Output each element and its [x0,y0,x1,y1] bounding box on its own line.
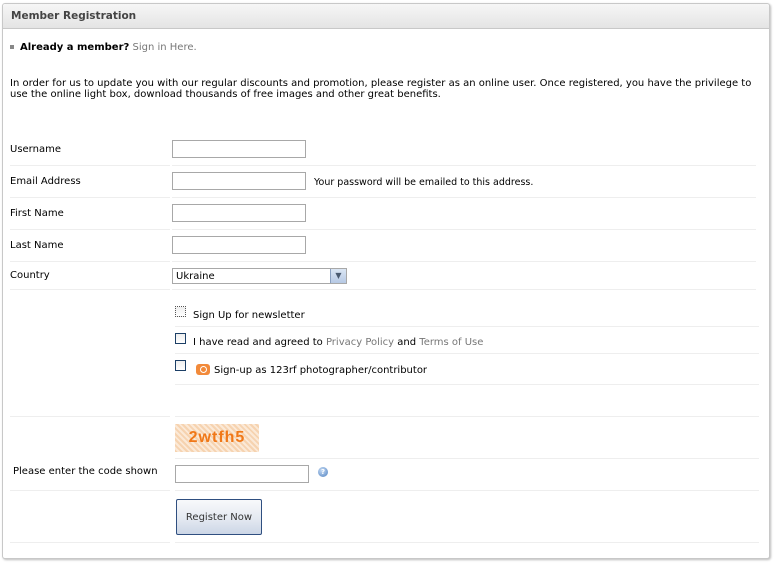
panel-header: Member Registration [3,4,769,29]
country-label: Country [10,270,50,281]
email-hint: Your password will be emailed to this ad… [314,177,534,188]
intro-text: In order for us to update you with our r… [10,78,752,100]
terms-of-use-link[interactable]: Terms of Use [419,337,483,348]
bullet-icon [10,45,14,49]
contributor-text: Sign-up as 123rf photographer/contributo… [214,365,428,376]
agree-label: I have read and agreed to Privacy Policy… [193,337,483,348]
last-name-row: Last Name [10,230,756,262]
last-name-label: Last Name [10,240,64,251]
newsletter-checkbox[interactable] [175,306,186,317]
last-name-input[interactable] [172,236,306,254]
first-name-row: First Name [10,198,756,230]
username-input[interactable] [172,140,306,158]
camera-icon [196,364,210,375]
captcha-input[interactable] [175,465,309,483]
username-label: Username [10,144,61,155]
contributor-checkbox[interactable] [175,360,186,371]
privacy-policy-link[interactable]: Privacy Policy [326,337,394,348]
captcha-image: 2wtfh5 [175,424,259,452]
username-row: Username [10,134,756,166]
email-label: Email Address [10,176,81,187]
agree-prefix: I have read and agreed to [193,337,326,348]
already-member-prompt: Already a member? [20,42,130,53]
chevron-down-icon[interactable]: ▼ [330,269,346,283]
panel-title: Member Registration [11,10,137,22]
agree-checkbox[interactable] [175,333,186,344]
email-input[interactable] [172,172,306,190]
newsletter-label: Sign Up for newsletter [193,310,305,321]
contributor-label: Sign-up as 123rf photographer/contributo… [196,364,427,376]
agree-and: and [394,337,420,348]
help-icon[interactable]: ? [318,467,328,477]
already-member: Already a member? Sign in Here. [10,42,197,53]
sign-in-link[interactable]: Sign in Here. [133,42,197,53]
country-selected: Ukraine [176,271,215,282]
captcha-label: Please enter the code shown [13,466,158,477]
first-name-label: First Name [10,208,64,219]
email-row: Email Address Your password will be emai… [10,166,756,198]
country-row: Country Ukraine ▼ [10,262,756,290]
country-select[interactable]: Ukraine ▼ [172,268,347,284]
first-name-input[interactable] [172,204,306,222]
register-now-button[interactable]: Register Now [176,499,262,535]
